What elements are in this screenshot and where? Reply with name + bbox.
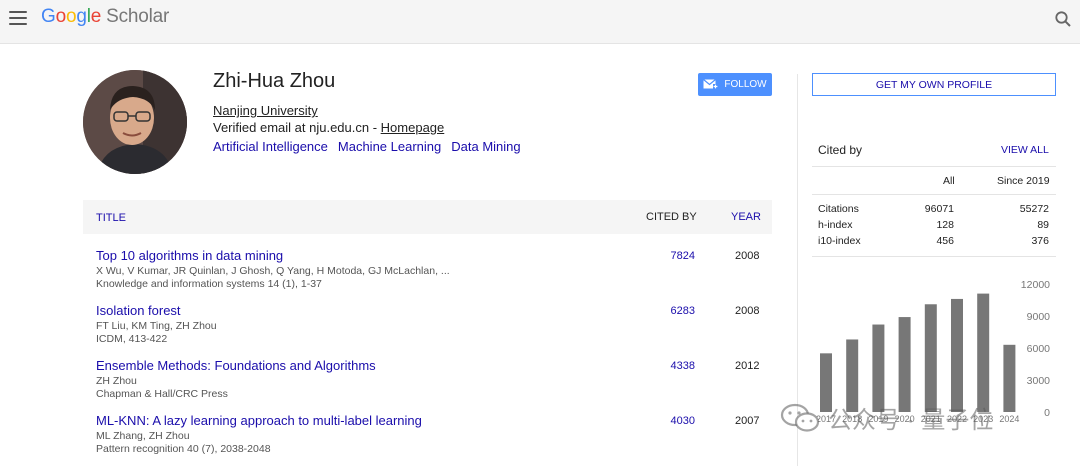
watermark-text: 公众号 · 量子位 [828,407,994,434]
stat-since: 376 [1031,235,1049,247]
citation-bar[interactable] [872,324,885,412]
stats-col-since: Since 2019 [997,175,1050,187]
stat-all: 96071 [924,203,954,215]
logo-letter: G [41,6,56,27]
article-venue: Chapman & Hall/CRC Press [96,388,228,400]
y-tick-label: 0 [1044,407,1050,419]
article-authors: FT Liu, KM Ting, ZH Zhou [96,320,217,332]
interest-link[interactable]: Data Mining [451,139,520,154]
citation-bar[interactable] [951,298,963,412]
divider [812,256,1056,257]
cited-by-count[interactable]: 6283 [669,305,695,317]
y-tick-label: 6000 [1027,343,1051,355]
article-title-link[interactable]: Top 10 algorithms in data mining [96,248,283,263]
y-tick-label: 3000 [1027,375,1051,387]
table-row: Top 10 algorithms in data mining X Wu, V… [83,248,772,296]
interest-link[interactable]: Machine Learning [338,139,441,154]
citation-bar[interactable] [898,317,911,412]
email-text: Verified email at nju.edu.cn - [213,120,381,135]
article-venue: ICDM, 413-422 [96,333,168,345]
top-bar: Google Scholar [0,0,1080,44]
article-title-link[interactable]: Ensemble Methods: Foundations and Algori… [96,358,376,373]
divider [812,194,1056,195]
article-authors: ML Zhang, ZH Zhou [96,430,190,442]
logo-letter: o [65,6,77,27]
article-venue: Pattern recognition 40 (7), 2038-2048 [96,443,271,455]
interest-link[interactable]: Artificial Intelligence [213,139,328,154]
citation-bar[interactable] [977,293,990,412]
follow-label: FOLLOW [724,79,767,90]
articles-table-header: TITLE CITED BY YEAR [83,200,772,234]
logo-letter: g [76,6,87,27]
stat-all: 128 [936,219,954,231]
cited-by-column-header[interactable]: CITED BY [646,211,697,223]
stat-all: 456 [936,235,954,247]
table-row: Ensemble Methods: Foundations and Algori… [83,358,772,406]
stat-since: 55272 [1019,203,1049,215]
cited-by-count[interactable]: 4030 [669,415,695,427]
get-my-own-profile-button[interactable]: GET MY OWN PROFILE [812,73,1056,96]
article-authors: ZH Zhou [96,375,137,387]
article-year: 2012 [735,360,760,372]
mail-icon [703,79,719,89]
citations-bar-chart: 1200090006000300002017 2018 2019 2020 2021 20… [816,279,1051,424]
article-authors: X Wu, V Kumar, JR Quinlan, J Ghosh, Q Ya… [96,265,450,277]
avatar [83,70,187,174]
sort-by-title[interactable]: TITLE [96,212,126,224]
logo-scholar-text: Scholar [106,6,170,27]
view-all-link[interactable]: VIEW ALL [1001,144,1049,156]
y-tick-label: 9000 [1027,311,1051,323]
follow-button[interactable]: FOLLOW [698,73,772,96]
table-row: Isolation forest FT Liu, KM Ting, ZH Zho… [83,303,772,351]
sort-by-year[interactable]: YEAR [731,211,761,223]
homepage-link[interactable]: Homepage [381,120,445,135]
divider [812,166,1056,167]
watermark: 公众号 · 量子位 [780,400,993,435]
table-row: ML-KNN: A lazy learning approach to mult… [83,413,772,461]
article-title-link[interactable]: ML-KNN: A lazy learning approach to mult… [96,413,422,428]
article-title-link[interactable]: Isolation forest [96,303,181,318]
google-scholar-logo[interactable]: Google Scholar [41,6,169,28]
logo-letter: e [90,6,102,27]
menu-icon[interactable] [9,11,27,25]
citation-bar[interactable] [924,304,937,412]
article-year: 2008 [735,305,760,317]
affiliation-link[interactable]: Nanjing University [213,103,318,118]
research-interests: Artificial Intelligence Machine Learning D… [213,139,531,154]
logo-letter: o [55,6,67,27]
stat-label: Citations [818,203,859,215]
search-icon[interactable] [1054,10,1072,28]
wechat-icon [780,403,820,432]
stat-since: 89 [1037,219,1049,231]
stat-label: i10-index [818,235,861,247]
x-tick-label: 2024 [999,414,1019,424]
cited-by-count[interactable]: 7824 [669,250,695,262]
article-year: 2007 [735,415,760,427]
cited-by-heading: Cited by [818,143,863,157]
verified-email: Verified email at nju.edu.cn - Homepage [213,120,444,135]
article-year: 2008 [735,250,760,262]
citation-bar[interactable] [1003,344,1016,412]
cited-by-count[interactable]: 4338 [669,360,695,372]
y-tick-label: 12000 [1021,279,1050,291]
article-venue: Knowledge and information systems 14 (1)… [96,278,322,290]
stats-col-all: All [943,175,955,187]
profile-name: Zhi-Hua Zhou [213,70,336,92]
stat-label: h-index [818,219,853,231]
